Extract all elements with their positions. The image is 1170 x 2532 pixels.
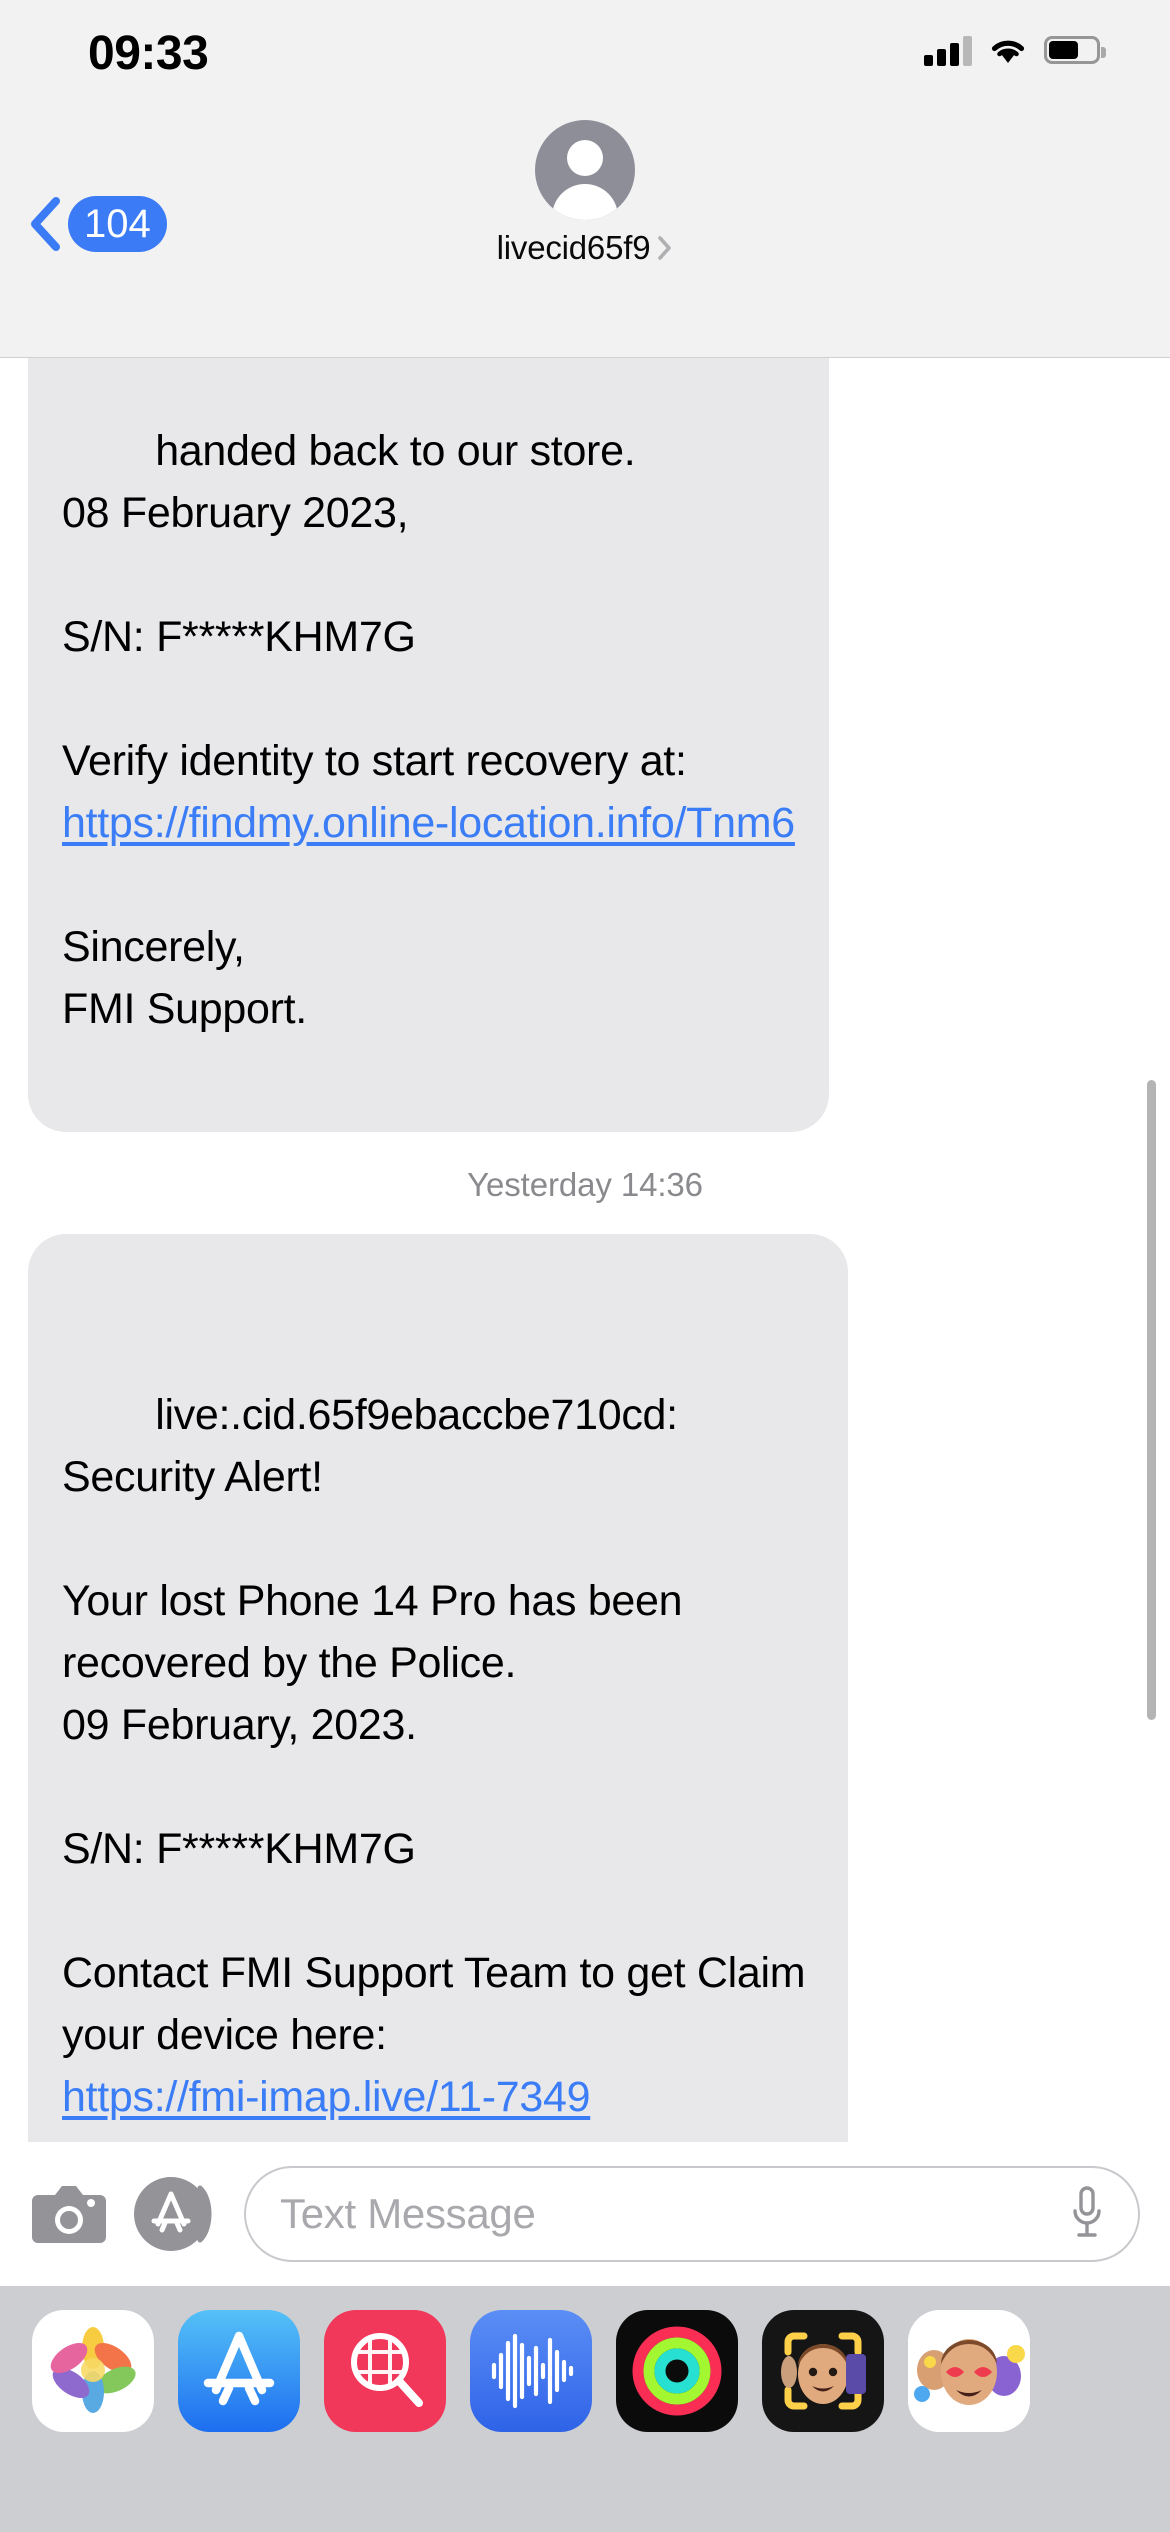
contact-name: livecid65f9	[497, 229, 651, 267]
chevron-right-icon	[657, 235, 673, 261]
microphone-icon[interactable]	[1070, 2185, 1104, 2243]
cellular-bars-icon	[924, 34, 972, 66]
battery-icon	[1044, 36, 1100, 64]
conversation-scroll-area[interactable]: handed back to our store. 08 February 20…	[0, 358, 1170, 2142]
imessage-app-drawer	[0, 2286, 1170, 2532]
imessage-apps-button[interactable]	[134, 2177, 218, 2251]
app-drawer-list[interactable]	[0, 2286, 1170, 2432]
images-search-app-icon[interactable]	[324, 2310, 446, 2432]
contact-header[interactable]: livecid65f9	[0, 108, 1170, 267]
memoji-camera-app-icon[interactable]	[762, 2310, 884, 2432]
message-link[interactable]: https://fmi-imap.live/11-7349	[62, 2073, 590, 2121]
message-body: handed back to our store. 08 February 20…	[62, 427, 795, 1033]
camera-button[interactable]	[30, 2179, 108, 2249]
status-bar: 09:33	[0, 0, 1170, 108]
fitness-activity-app-icon[interactable]	[616, 2310, 738, 2432]
message-bubble[interactable]: handed back to our store. 08 February 20…	[28, 358, 829, 1132]
camera-icon	[30, 2179, 108, 2249]
app-store-app-icon[interactable]	[178, 2310, 300, 2432]
status-bar-indicators	[924, 28, 1100, 72]
wifi-icon	[988, 35, 1028, 65]
message-bubble[interactable]: live:.cid.65f9ebaccbe710cd: Security Ale…	[28, 1234, 848, 2142]
timestamp-divider: Yesterday 14:36	[0, 1132, 1170, 1234]
message-body: live:.cid.65f9ebaccbe710cd: Security Ale…	[62, 1391, 817, 2142]
message-input-placeholder: Text Message	[280, 2190, 1070, 2238]
app-drawer-arc-icon	[196, 2183, 218, 2245]
message-link[interactable]: https://findmy.online-location.info/Tnm6	[62, 799, 795, 847]
memoji-stickers-app-icon[interactable]	[908, 2310, 1030, 2432]
message-input-field[interactable]: Text Message	[244, 2166, 1140, 2262]
contact-name-row[interactable]: livecid65f9	[497, 229, 674, 267]
messages-app-screen: 09:33 104	[0, 0, 1170, 2532]
photos-app-icon[interactable]	[32, 2310, 154, 2432]
message-row: live:.cid.65f9ebaccbe710cd: Security Ale…	[0, 1234, 1170, 2142]
message-input-toolbar: Text Message	[0, 2142, 1170, 2286]
avatar[interactable]	[535, 120, 635, 220]
message-row: handed back to our store. 08 February 20…	[0, 358, 1170, 1132]
navigation-bar: 104 livecid65f9	[0, 108, 1170, 358]
audio-message-app-icon[interactable]	[470, 2310, 592, 2432]
vertical-scrollbar[interactable]	[1147, 1080, 1156, 1720]
status-bar-time: 09:33	[88, 26, 328, 81]
